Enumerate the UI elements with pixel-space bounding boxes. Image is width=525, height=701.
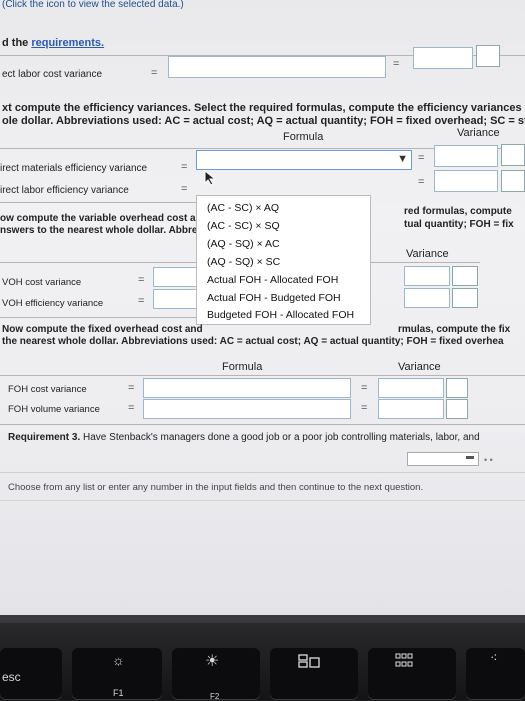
equals-sign: = bbox=[128, 402, 135, 414]
divider bbox=[0, 424, 525, 425]
foh-instructions-1-left: Now compute the fixed overhead cost and bbox=[2, 324, 203, 335]
equals-sign: = bbox=[361, 402, 368, 414]
mouse-cursor-icon bbox=[204, 170, 217, 186]
requirements-link[interactable]: requirements. bbox=[31, 37, 104, 49]
dm-efficiency-variance-label: irect materials efficiency variance bbox=[0, 163, 148, 174]
equals-sign: = bbox=[138, 295, 145, 307]
brightness-down-icon: ☼ bbox=[112, 652, 125, 668]
launchpad-icon bbox=[395, 653, 413, 667]
read-prefix: d the bbox=[2, 37, 32, 49]
voh-variance-header: Variance bbox=[406, 248, 449, 260]
formula-option[interactable]: (AC - SC) × AQ bbox=[207, 202, 279, 214]
voh-cost-formula-input[interactable] bbox=[153, 267, 197, 287]
dm-efficiency-type-select[interactable] bbox=[501, 144, 525, 166]
voh-instructions-right-2: tual quantity; FOH = fix bbox=[404, 219, 514, 230]
foh-volume-type-select[interactable] bbox=[446, 399, 468, 419]
voh-cost-variance-label: VOH cost variance bbox=[2, 277, 82, 288]
click-icon-note[interactable]: (Click the icon to view the selected dat… bbox=[2, 0, 184, 10]
screen-bezel bbox=[0, 615, 525, 623]
formula-option[interactable]: Actual FOH - Budgeted FOH bbox=[207, 292, 341, 304]
equals-sign: = bbox=[181, 161, 188, 173]
foh-variance-header: Variance bbox=[398, 361, 441, 373]
voh-efficiency-variance-label: VOH efficiency variance bbox=[2, 298, 104, 309]
voh-efficiency-variance-input[interactable] bbox=[404, 288, 450, 308]
brightness-up-icon: ☀ bbox=[205, 653, 220, 670]
voh-cost-type-select[interactable] bbox=[452, 266, 478, 286]
keyboard-backlight-icon: ⁖ bbox=[490, 650, 498, 665]
requirement-3-select[interactable] bbox=[407, 452, 479, 466]
voh-efficiency-formula-input[interactable] bbox=[153, 289, 197, 309]
f1-key[interactable]: ☼ F1 bbox=[72, 648, 162, 700]
dm-efficiency-formula-select[interactable]: ▼ bbox=[196, 150, 412, 170]
mission-control-icon bbox=[298, 654, 320, 668]
divider bbox=[0, 472, 525, 473]
foh-cost-formula-input[interactable] bbox=[143, 378, 351, 398]
dl-efficiency-variance-input[interactable] bbox=[434, 170, 498, 192]
divider bbox=[0, 202, 196, 203]
formula-option[interactable]: Budgeted FOH - Allocated FOH bbox=[207, 309, 354, 321]
f3-key[interactable] bbox=[270, 648, 358, 700]
efficiency-instructions-2: ole dollar. Abbreviations used: AC = act… bbox=[2, 115, 525, 127]
dl-efficiency-type-select[interactable] bbox=[501, 170, 525, 192]
dropdown-arrow-icon[interactable]: ▼ bbox=[397, 153, 408, 165]
foh-volume-variance-input[interactable] bbox=[378, 399, 444, 419]
esc-key[interactable]: esc bbox=[0, 648, 62, 700]
read-requirements-line: d the requirements. bbox=[2, 37, 104, 49]
foh-volume-variance-label: FOH volume variance bbox=[8, 404, 100, 415]
formula-option[interactable]: (AQ - SQ) × SC bbox=[207, 256, 280, 268]
f1-key-label: F1 bbox=[113, 688, 124, 698]
equals-sign: = bbox=[151, 67, 158, 79]
equals-sign: = bbox=[128, 382, 135, 394]
variance-header: Variance bbox=[457, 127, 500, 139]
equals-sign: = bbox=[138, 274, 145, 286]
screen: (Click the icon to view the selected dat… bbox=[0, 0, 525, 615]
equals-sign: = bbox=[181, 183, 188, 195]
equals-sign: = bbox=[361, 382, 368, 394]
labor-cost-type-select[interactable] bbox=[476, 45, 500, 67]
foh-cost-type-select[interactable] bbox=[446, 378, 468, 398]
foh-cost-variance-label: FOH cost variance bbox=[8, 384, 87, 395]
f5-key[interactable]: ⁖ bbox=[466, 648, 525, 700]
foh-instructions-2: the nearest whole dollar. Abbreviations … bbox=[2, 336, 504, 347]
direct-labor-cost-variance-label: ect labor cost variance bbox=[2, 69, 103, 80]
equals-sign: = bbox=[418, 176, 425, 188]
esc-key-label: esc bbox=[2, 670, 21, 684]
voh-instructions-right-1: red formulas, compute bbox=[404, 206, 512, 217]
requirement-3-label: Requirement 3. bbox=[8, 432, 81, 443]
requirement-3-text: Have Stenback's managers done a good job… bbox=[80, 432, 480, 443]
equals-sign: = bbox=[418, 152, 425, 164]
foh-instructions-1-right: rmulas, compute the fix bbox=[398, 324, 511, 335]
formula-header: Formula bbox=[283, 131, 324, 143]
equals-sign: = bbox=[393, 58, 400, 70]
labor-cost-variance-input[interactable] bbox=[413, 47, 473, 69]
divider bbox=[0, 375, 525, 376]
formula-option[interactable]: (AQ - SQ) × AC bbox=[207, 238, 280, 250]
more-dots: • • bbox=[484, 455, 493, 465]
voh-instructions-1: ow compute the variable overhead cost a bbox=[0, 213, 196, 224]
formula-option[interactable]: (AC - SC) × SQ bbox=[207, 220, 280, 232]
efficiency-instructions-1: xt compute the efficiency variances. Sel… bbox=[2, 102, 525, 114]
dm-efficiency-variance-input[interactable] bbox=[434, 145, 498, 167]
voh-cost-variance-input[interactable] bbox=[404, 266, 450, 286]
f4-key[interactable] bbox=[368, 648, 456, 700]
choose-instructions: Choose from any list or enter any number… bbox=[8, 482, 424, 493]
foh-cost-variance-input[interactable] bbox=[378, 378, 444, 398]
dl-efficiency-variance-label: irect labor efficiency variance bbox=[0, 185, 129, 196]
divider bbox=[0, 500, 525, 501]
formula-option[interactable]: Actual FOH - Allocated FOH bbox=[207, 274, 338, 286]
labor-cost-formula-input[interactable] bbox=[168, 56, 386, 78]
requirement-3-question: Requirement 3. Have Stenback's managers … bbox=[8, 432, 480, 443]
formula-dropdown-list[interactable]: (AC - SC) × AQ (AC - SC) × SQ (AQ - SQ) … bbox=[196, 195, 371, 325]
divider bbox=[0, 317, 196, 318]
voh-efficiency-type-select[interactable] bbox=[452, 288, 478, 308]
f2-key[interactable]: ☀ F2 bbox=[172, 648, 260, 701]
dropdown-arrow-icon[interactable] bbox=[466, 456, 474, 459]
voh-instructions-2: nswers to the nearest whole dollar. Abbr… bbox=[0, 225, 198, 236]
foh-formula-header: Formula bbox=[222, 361, 263, 373]
foh-volume-formula-input[interactable] bbox=[143, 399, 351, 419]
